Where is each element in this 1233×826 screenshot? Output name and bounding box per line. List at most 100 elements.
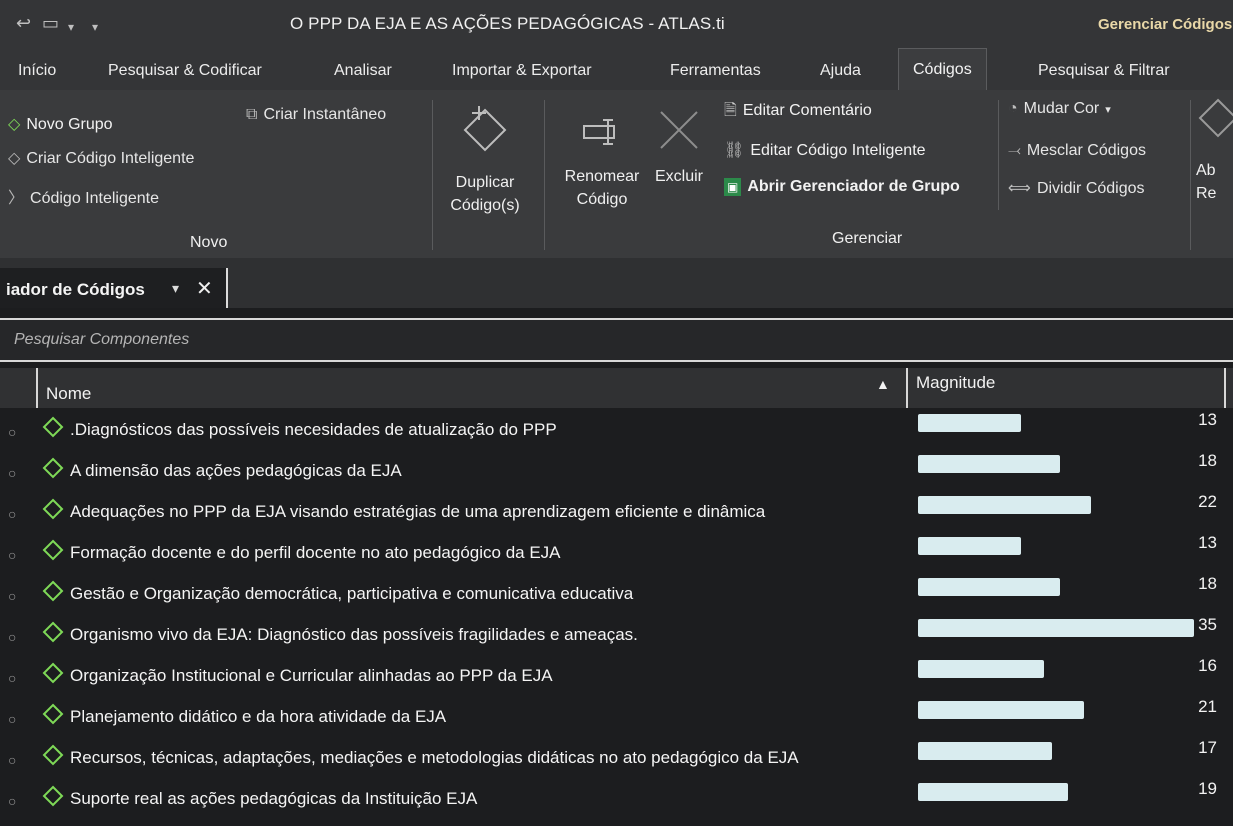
row-checkbox[interactable]: ○ xyxy=(8,465,16,481)
abrir-partial-button[interactable]: Ab Re xyxy=(1196,96,1233,205)
chevron-down-icon[interactable]: ▾ xyxy=(68,18,74,36)
column-header-nome[interactable]: Nome xyxy=(46,384,91,404)
tab-pesquisar-codificar[interactable]: Pesquisar & Codificar xyxy=(108,62,262,80)
code-icon xyxy=(42,416,64,438)
tab-gerenciador-codigos[interactable]: iador de Códigos ▾ ✕ xyxy=(0,268,228,308)
dividir-codigos-button[interactable]: ⟺ Dividir Códigos xyxy=(1008,180,1145,198)
code-icon xyxy=(42,498,64,520)
tab-codigos[interactable]: Códigos xyxy=(898,48,987,92)
tab-importar-exportar[interactable]: Importar & Exportar xyxy=(452,62,592,80)
tab-analisar[interactable]: Analisar xyxy=(334,62,392,80)
table-row[interactable]: ○ Formação docente e do perfil docente n… xyxy=(0,531,1233,572)
close-icon[interactable]: ✕ xyxy=(196,276,213,301)
code-name: Organismo vivo da EJA: Diagnóstico das p… xyxy=(70,625,638,644)
row-checkbox[interactable]: ○ xyxy=(8,711,16,727)
title-bar: ↩ ▭ ▾ ▾ O PPP DA EJA E AS AÇÕES PEDAGÓGI… xyxy=(0,0,1233,48)
mudar-cor-button[interactable]: ◔ Mudar Cor ▾ xyxy=(1008,100,1111,118)
search-input[interactable] xyxy=(12,328,1196,352)
doc-tab-label: iador de Códigos xyxy=(6,280,145,299)
magnitude-value: 18 xyxy=(1198,574,1217,593)
table-row[interactable]: ○ Gestão e Organização democrática, part… xyxy=(0,572,1233,613)
magnitude-bar xyxy=(918,578,1060,596)
excluir-button[interactable]: Excluir xyxy=(650,106,708,188)
code-icon xyxy=(42,580,64,602)
mudar-cor-label: Mudar Cor xyxy=(1023,100,1100,117)
tab-ajuda[interactable]: Ajuda xyxy=(820,62,861,80)
tab-ferramentas[interactable]: Ferramentas xyxy=(670,62,761,80)
select-all-column[interactable] xyxy=(0,368,38,408)
codigo-inteligente-button[interactable]: 〉 Código Inteligente xyxy=(8,190,159,208)
group-manager-icon: ▣ xyxy=(724,178,742,196)
partial-label-2: Re xyxy=(1196,185,1217,202)
row-checkbox[interactable]: ○ xyxy=(8,588,16,604)
table-row[interactable]: ○ Recursos, técnicas, adaptações, mediaç… xyxy=(0,736,1233,777)
abrir-gerenciador-grupo-label: Abrir Gerenciador de Grupo xyxy=(747,178,960,195)
partial-label-1: Ab xyxy=(1196,162,1216,179)
mesclar-codigos-button[interactable]: ⤙ Mesclar Códigos xyxy=(1008,142,1146,160)
magnitude-bar xyxy=(918,455,1060,473)
novo-grupo-button[interactable]: ◇ Novo Grupo xyxy=(8,116,113,134)
editar-comentario-button[interactable]: 🗎 Editar Comentário xyxy=(724,102,872,120)
tab-inicio[interactable]: Início xyxy=(18,62,56,80)
row-checkbox[interactable]: ○ xyxy=(8,752,16,768)
window-title: O PPP DA EJA E AS AÇÕES PEDAGÓGICAS - AT… xyxy=(290,14,725,33)
table-row[interactable]: ○ Organismo vivo da EJA: Diagnóstico das… xyxy=(0,613,1233,654)
table-row[interactable]: ○ Planejamento didático e da hora ativid… xyxy=(0,695,1233,736)
criar-codigo-inteligente-label: Criar Código Inteligente xyxy=(26,150,195,167)
magnitude-bar xyxy=(918,619,1194,637)
code-name: Suporte real as ações pedagógicas da Ins… xyxy=(70,789,478,808)
snapshot-icon: ⧉ xyxy=(246,106,258,123)
magnitude-bar xyxy=(918,660,1044,678)
duplicate-code-icon xyxy=(463,106,507,152)
row-checkbox[interactable]: ○ xyxy=(8,506,16,522)
code-name: Organização Institucional e Curricular a… xyxy=(70,666,553,685)
editar-codigo-inteligente-label: Editar Código Inteligente xyxy=(750,142,926,159)
ribbon-separator xyxy=(998,100,999,210)
menu-tab-bar: Início Pesquisar & Codificar Analisar Im… xyxy=(0,48,1233,92)
mesclar-codigos-label: Mesclar Códigos xyxy=(1026,142,1146,159)
duplicar-codigos-button[interactable]: Duplicar Código(s) xyxy=(440,102,530,217)
renomear-codigo-button[interactable]: Renomear Código xyxy=(556,112,648,211)
code-icon xyxy=(42,621,64,643)
novo-grupo-label: Novo Grupo xyxy=(26,116,113,133)
abrir-gerenciador-grupo-button[interactable]: ▣ Abrir Gerenciador de Grupo xyxy=(724,178,960,196)
sort-ascending-icon[interactable]: ▲ xyxy=(876,376,890,392)
delete-x-icon xyxy=(660,111,698,149)
row-checkbox[interactable]: ○ xyxy=(8,424,16,440)
customize-quick-access-icon[interactable]: ▾ xyxy=(92,18,98,36)
tab-pesquisar-filtrar[interactable]: Pesquisar & Filtrar xyxy=(1038,62,1170,80)
code-name: Gestão e Organização democrática, partic… xyxy=(70,584,634,603)
ribbon-separator xyxy=(544,100,545,250)
magnitude-bar xyxy=(918,783,1068,801)
codigo-inteligente-label: Código Inteligente xyxy=(30,190,159,207)
code-group-icon: ◇ xyxy=(8,116,21,133)
comment-icon: 🗎 xyxy=(724,102,737,119)
magnitude-value: 22 xyxy=(1198,492,1217,511)
row-checkbox[interactable]: ○ xyxy=(8,547,16,563)
window-icon[interactable]: ▭ xyxy=(42,14,59,32)
renomear-label: Renomear xyxy=(564,168,640,185)
row-checkbox[interactable]: ○ xyxy=(8,629,16,645)
row-checkbox[interactable]: ○ xyxy=(8,670,16,686)
code-name: Adequações no PPP da EJA visando estraté… xyxy=(70,502,766,521)
table-row[interactable]: ○ Adequações no PPP da EJA visando estra… xyxy=(0,490,1233,531)
code-name: Planejamento didático e da hora atividad… xyxy=(70,707,447,726)
chevron-down-icon[interactable]: ▾ xyxy=(172,280,179,297)
row-checkbox[interactable]: ○ xyxy=(8,793,16,809)
smart-code-icon: ◇ xyxy=(8,150,21,167)
magnitude-bar xyxy=(918,496,1091,514)
code-icon xyxy=(42,703,64,725)
table-row[interactable]: ○ Suporte real as ações pedagógicas da I… xyxy=(0,777,1233,818)
table-row[interactable]: ○ A dimensão das ações pedagógicas da EJ… xyxy=(0,449,1233,490)
undo-icon[interactable]: ↩ xyxy=(16,14,31,32)
column-divider xyxy=(1224,368,1226,408)
editar-codigo-inteligente-button[interactable]: ⛓ Editar Código Inteligente xyxy=(724,142,926,160)
criar-instantaneo-button[interactable]: ⧉ Criar Instantâneo xyxy=(246,106,386,124)
criar-instantaneo-label: Criar Instantâneo xyxy=(263,106,387,123)
table-row[interactable]: ○ .Diagnósticos das possíveis necesidade… xyxy=(0,408,1233,449)
magnitude-value: 35 xyxy=(1198,615,1217,634)
criar-codigo-inteligente-button[interactable]: ◇ Criar Código Inteligente xyxy=(8,150,194,168)
code-icon xyxy=(42,662,64,684)
table-row[interactable]: ○ Organização Institucional e Curricular… xyxy=(0,654,1233,695)
column-header-magnitude[interactable]: Magnitude xyxy=(906,368,995,408)
